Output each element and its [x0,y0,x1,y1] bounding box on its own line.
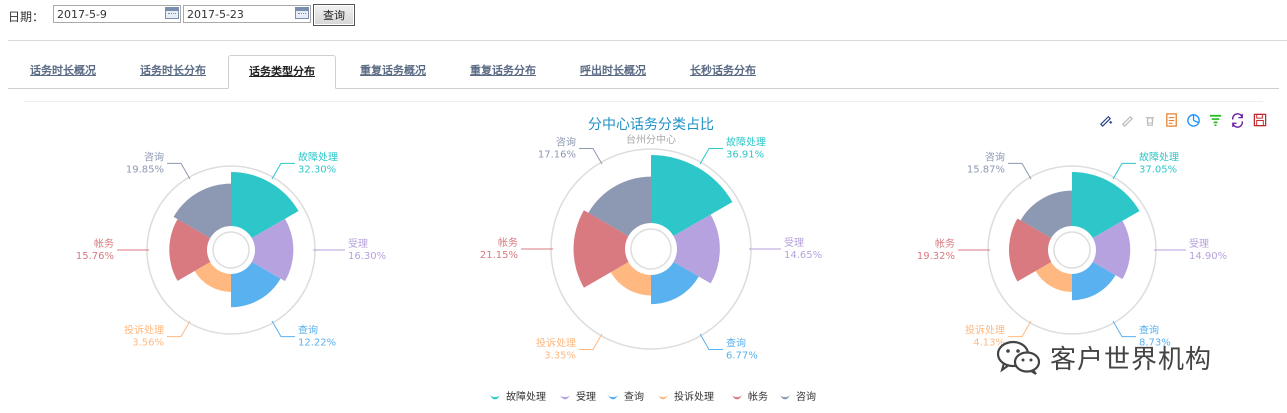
legend-label: 受理 [576,391,596,403]
label-line [699,148,723,165]
slice-label: 投诉处理 [965,324,1005,337]
legend-label: 故障处理 [506,390,546,403]
watermark-text: 客户世界机构 [1050,344,1213,375]
legend-label: 查询 [624,390,644,403]
slice-value: 21.15% [480,250,518,261]
slice-label: 投诉处理 [536,336,576,349]
slice-label: 帐务 [498,236,518,249]
legend-swatch [778,393,792,400]
label-line [579,333,603,350]
legend-label: 投诉处理 [674,390,714,403]
label-line [579,148,603,165]
label-line [1008,320,1032,338]
legend-swatch [656,393,670,400]
label-line [271,162,295,180]
slice-label: 查询 [1139,324,1159,337]
slice-value: 12.22% [298,338,336,349]
legend-item-帐务[interactable]: 帐务 [730,390,768,403]
slice-label: 受理 [784,237,804,249]
slice-label: 咨询 [144,150,164,163]
inner-ring [1053,231,1091,269]
slice-label: 咨询 [556,136,576,149]
inner-ring [212,231,250,269]
label-line [167,320,191,338]
legend-item-查询[interactable]: 查询 [606,390,644,403]
slice-value: 19.85% [126,164,164,175]
slice-label: 受理 [348,238,368,250]
slice-label: 投诉处理 [124,324,164,337]
legend-label: 帐务 [748,390,768,403]
inner-ring [630,228,672,270]
label-line [1008,162,1032,180]
chart-title: 分中心话务分类占比 [588,117,714,133]
label-line [271,320,295,338]
slice-label: 故障处理 [726,136,766,149]
legend-label: 咨询 [796,390,816,403]
slice-value: 14.90% [1189,251,1227,262]
slice-value: 14.65% [784,250,822,261]
slice-label: 帐务 [935,237,955,250]
rose-slice-故障处理[interactable] [1072,172,1140,238]
slice-value: 16.30% [348,251,386,262]
label-line [167,162,191,180]
watermark: 客户世界机构 [996,337,1212,377]
slice-value: 19.32% [917,251,955,262]
slice-label: 查询 [726,336,746,349]
label-line [1112,162,1136,180]
slice-value: 37.05% [1139,164,1177,175]
legend-swatch [730,393,744,400]
legend-item-咨询[interactable]: 咨询 [778,390,816,403]
label-line [699,333,723,350]
legend-swatch [558,393,572,400]
slice-value: 17.16% [538,150,576,161]
rose-chart-1: 故障处理32.30% 受理16.30% 查询12.22% 投诉处理3.56% 帐务15.… [76,150,386,348]
slice-label: 咨询 [985,150,1005,163]
slice-value: 36.91% [726,150,764,161]
slice-label: 故障处理 [1139,150,1179,163]
slice-value: 15.87% [967,164,1005,175]
legend-item-故障处理[interactable]: 故障处理 [488,390,546,403]
legend-item-投诉处理[interactable]: 投诉处理 [656,390,714,403]
wechat-logo-icon [996,340,1041,375]
chart-subtitle: 台州分中心 [626,133,676,146]
slice-label: 受理 [1189,238,1209,250]
slice-value: 32.30% [298,164,336,175]
legend-item-受理[interactable]: 受理 [558,391,596,403]
rose-slice-故障处理[interactable] [651,155,733,236]
rose-chart-3: 故障处理37.05%受理14.90%查询8.73%投诉处理4.13%帐务19.3… [917,150,1227,348]
legend-swatch [488,393,502,400]
slice-label: 故障处理 [298,150,338,163]
chart-legend: 故障处理 受理 查询 投诉处理 帐务 咨询 [488,390,816,403]
slice-value: 6.77% [726,350,758,361]
rose-chart-2: 故障处理36.91% 受理14.65% 查询6.77% 投诉处理3.35% 帐务21.1… [480,117,822,361]
label-line [1112,320,1136,338]
slice-label: 查询 [298,324,318,337]
legend-swatch [606,393,620,400]
slice-label: 帐务 [94,237,114,250]
slice-value: 15.76% [76,251,114,262]
slice-value: 3.56% [132,338,164,349]
slice-value: 3.35% [544,350,576,361]
